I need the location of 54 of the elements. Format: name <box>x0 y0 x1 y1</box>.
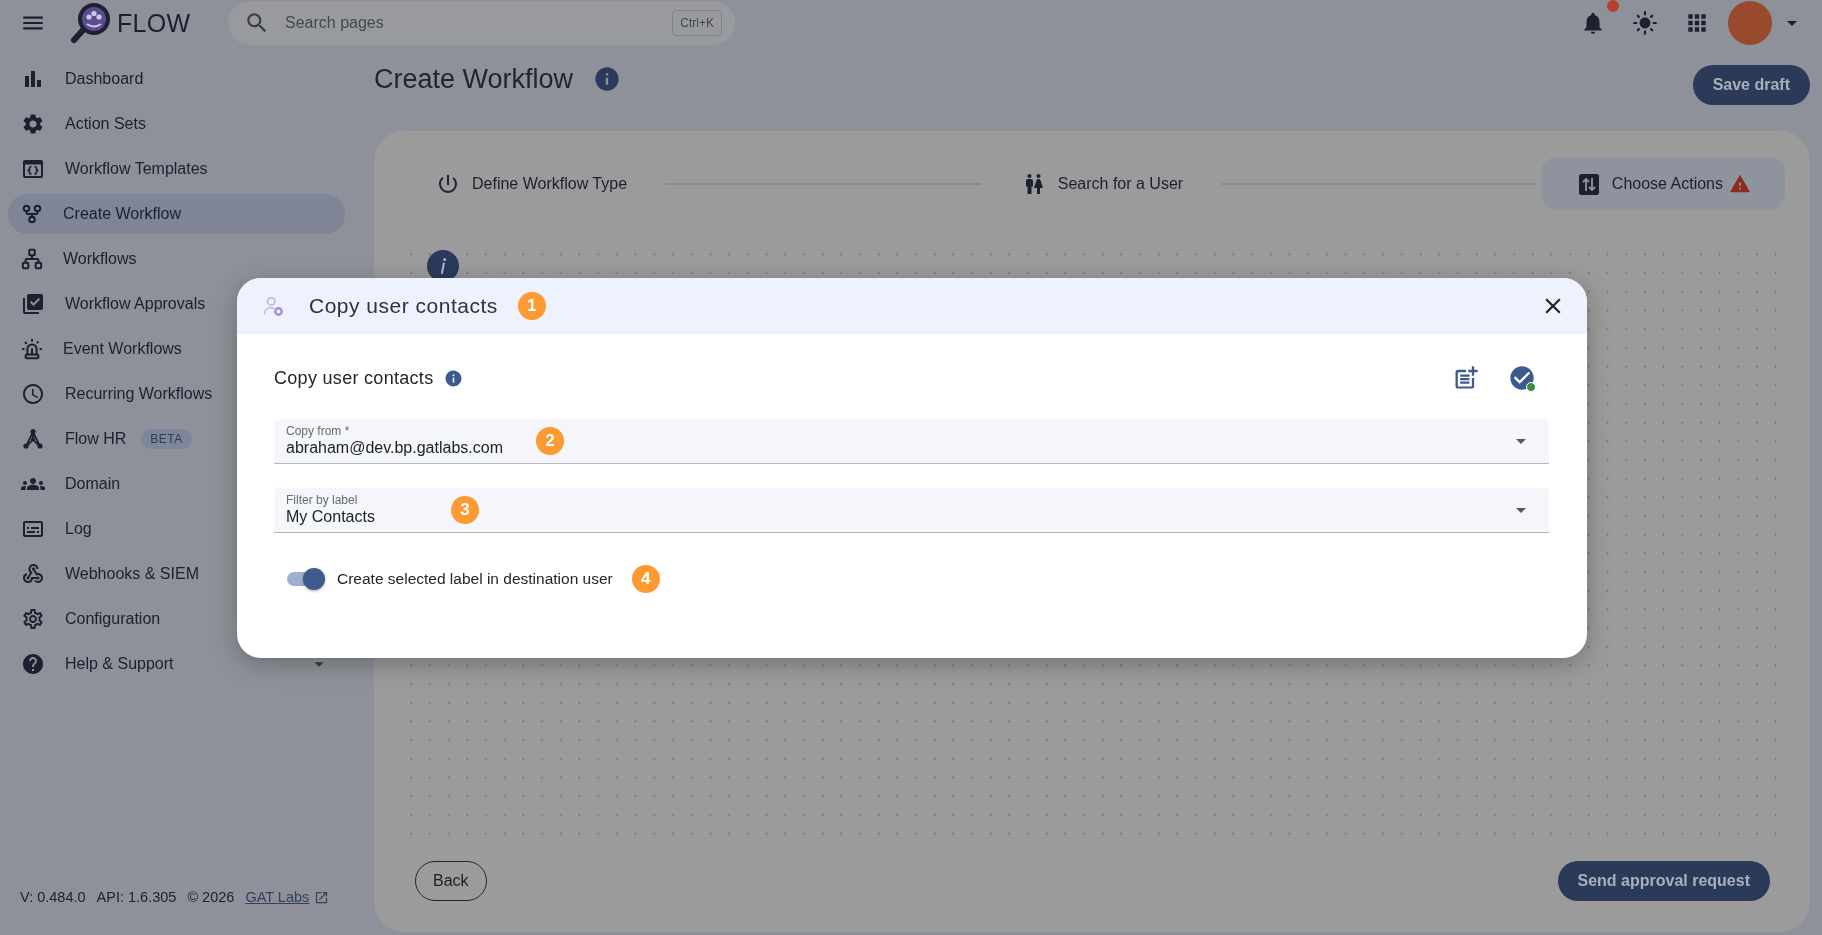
external-link-icon[interactable] <box>314 889 330 905</box>
settings-icon <box>21 607 45 631</box>
sidebar-item[interactable]: Configuration <box>8 599 345 639</box>
save-draft-button[interactable]: Save draft <box>1692 65 1810 105</box>
sidebar-item[interactable]: Create Workflow <box>8 194 345 234</box>
sidebar-item[interactable]: Action Sets <box>8 104 345 144</box>
step-item[interactable]: Define Workflow Type <box>399 157 662 210</box>
number-marker: 4 <box>631 565 660 593</box>
node-tree-icon <box>21 427 45 451</box>
dialog-title: Copy user contacts <box>309 294 498 318</box>
field-value: My Contacts <box>286 507 375 527</box>
search-bar[interactable]: Search pages Ctrl+K <box>228 1 735 45</box>
help-icon <box>21 652 45 676</box>
fork-icon <box>21 203 43 225</box>
select-field[interactable]: Filter by label My Contacts 3 <box>274 488 1549 533</box>
select-field[interactable]: Copy from * abraham@dev.bp.gatlabs.com 2 <box>274 419 1549 464</box>
gear-icon <box>21 112 45 136</box>
page-title: Create Workflow <box>374 65 574 93</box>
step-item[interactable]: Search for a User <box>984 157 1218 210</box>
search-field[interactable]: Search pages <box>285 11 658 35</box>
field-label: Copy from * <box>286 424 350 438</box>
clock-icon <box>21 382 45 406</box>
sidebar-item[interactable]: Help & Support <box>8 644 345 684</box>
toggle-label: Create selected label in destination user <box>337 570 613 588</box>
hierarchy-icon <box>21 248 43 270</box>
swap-arrows-icon <box>1577 171 1600 196</box>
sidebar-item[interactable]: Workflows <box>8 239 345 279</box>
section-title: Copy user contacts <box>274 367 434 389</box>
user-badge-icon <box>262 295 284 317</box>
company-link[interactable]: GAT Labs <box>245 889 310 905</box>
siren-icon <box>21 338 43 360</box>
sun-icon[interactable] <box>1632 10 1658 36</box>
send-approval-button[interactable]: Send approval request <box>1557 861 1770 901</box>
beta-tag: BETA <box>141 429 192 449</box>
webhook-icon <box>21 562 45 586</box>
info-icon[interactable] <box>444 368 464 388</box>
field-label: Filter by label <box>286 493 358 507</box>
checklist-icon <box>21 292 45 316</box>
number-marker: 1 <box>517 292 546 320</box>
api-version-text: API: 1.6.305 <box>96 889 177 905</box>
copyright-text: © 2026 <box>187 889 235 905</box>
number-marker: 3 <box>450 496 479 524</box>
toggle-switch[interactable] <box>287 568 325 590</box>
app-name: FLOW <box>117 8 191 38</box>
magnifier-logo <box>68 1 112 45</box>
version-text: V: 0.484.0 <box>20 889 86 905</box>
shortcut-key: Ctrl+K <box>672 10 722 36</box>
field-value: abraham@dev.bp.gatlabs.com <box>286 438 503 458</box>
step-item[interactable]: Choose Actions <box>1540 157 1785 210</box>
sidebar-item[interactable]: Event Workflows <box>8 329 345 369</box>
code-window-icon <box>21 157 45 181</box>
sidebar-item[interactable]: Workflow Templates <box>8 149 345 189</box>
number-marker: 2 <box>535 427 564 455</box>
sidebar-item[interactable]: Dashboard <box>8 59 345 99</box>
